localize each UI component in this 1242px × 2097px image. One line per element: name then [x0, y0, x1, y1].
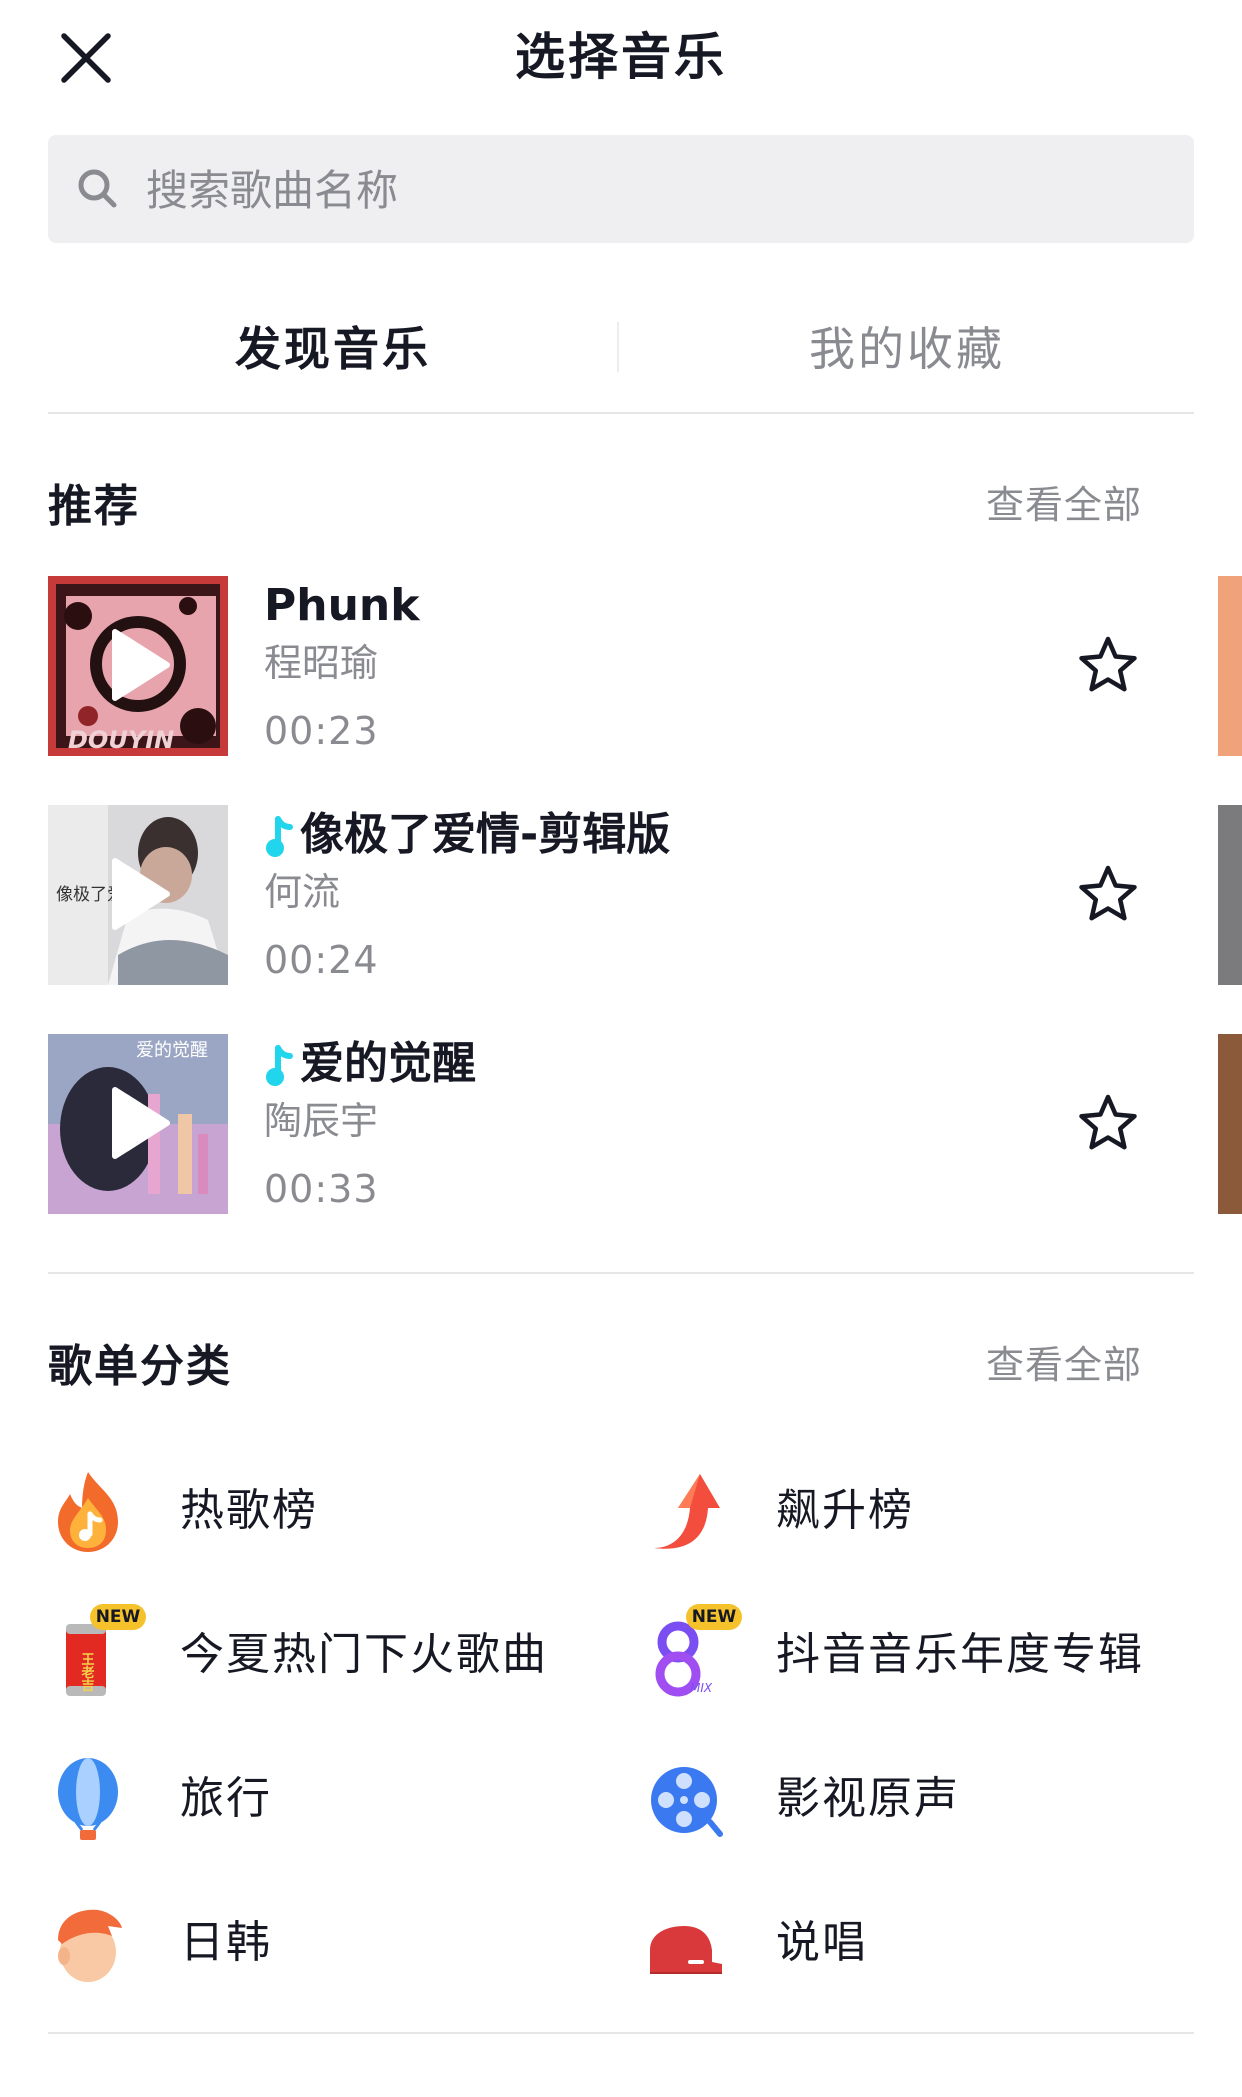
category-rap[interactable]: 说唱: [644, 1888, 1204, 1998]
category-summer-hits[interactable]: 王老吉 NEW 今夏热门下火歌曲: [48, 1600, 608, 1710]
song-duration: 00:24: [264, 938, 379, 982]
song-title-text: 像极了爱情-剪辑版: [300, 809, 671, 860]
category-hot-songs[interactable]: 热歌榜: [48, 1456, 608, 1566]
search-bar[interactable]: [48, 135, 1194, 245]
star-icon[interactable]: [1076, 863, 1140, 927]
song-artist: 陶辰宇: [264, 1099, 379, 1143]
category-travel[interactable]: 旅行: [48, 1744, 608, 1854]
cover-text: DOUYIN: [68, 726, 174, 754]
star-icon[interactable]: [1076, 634, 1140, 698]
category-soundtrack[interactable]: 影视原声: [644, 1744, 1204, 1854]
rising-arrow-icon: [654, 1474, 720, 1549]
category-label: 影视原声: [776, 1773, 960, 1824]
song-cover[interactable]: 像极了爱情: [48, 805, 228, 985]
song-title-text: Phunk: [264, 580, 420, 631]
category-label: 抖音音乐年度专辑: [776, 1629, 1144, 1680]
play-icon[interactable]: [107, 857, 171, 931]
section-divider: [48, 1272, 1194, 1274]
bottom-divider: [48, 2032, 1194, 2034]
search-icon: [78, 169, 117, 208]
song-title-text: 爱的觉醒: [300, 1038, 476, 1089]
tab-discover-music[interactable]: 发现音乐: [43, 312, 623, 386]
playlists-see-all-link[interactable]: 查看全部: [940, 1334, 1142, 1389]
song-cover[interactable]: 爱的觉醒: [48, 1034, 228, 1214]
category-label: 说唱: [776, 1917, 868, 1968]
recommend-see-all-link[interactable]: 查看全部: [940, 474, 1142, 529]
film-reel-icon: [651, 1767, 723, 1837]
category-label: 热歌榜: [180, 1485, 318, 1536]
song-cover[interactable]: DOUYIN: [48, 576, 228, 756]
category-label: 日韩: [180, 1917, 272, 1968]
song-duration: 00:33: [264, 1167, 379, 1211]
new-badge: NEW: [90, 1604, 146, 1630]
category-label: 今夏热门下火歌曲: [180, 1629, 548, 1680]
song-title: 爱的觉醒: [264, 1034, 476, 1094]
can-text: 王老吉: [79, 1653, 96, 1693]
category-rising[interactable]: 飙升榜: [644, 1456, 1204, 1566]
page-title: 选择音乐: [515, 28, 727, 86]
star-icon[interactable]: [1076, 1092, 1140, 1156]
category-annual-album[interactable]: MIX NEW 抖音音乐年度专辑: [644, 1600, 1204, 1710]
category-label: 旅行: [180, 1773, 272, 1824]
song-duration: 00:23: [264, 709, 379, 753]
hot-air-balloon-icon: [58, 1758, 118, 1840]
song-row[interactable]: 像极了爱情 像极了爱情-剪辑版 何流 00:24: [0, 805, 1242, 985]
song-artist: 程昭瑜: [264, 641, 379, 685]
song-title: 像极了爱情-剪辑版: [264, 805, 670, 865]
song-row[interactable]: DOUYIN Phunk 程昭瑜 00:23: [0, 576, 1242, 756]
cartoon-face-icon: [58, 1909, 122, 1982]
recommend-title: 推荐: [48, 481, 140, 532]
cap-icon: [650, 1926, 722, 1974]
song-title: Phunk: [264, 576, 419, 636]
tab-my-favorites[interactable]: 我的收藏: [617, 312, 1197, 386]
mix-text: MIX: [690, 1681, 713, 1695]
playlists-title: 歌单分类: [48, 1341, 232, 1392]
flame-music-icon: [58, 1472, 118, 1552]
next-card-peek: [1218, 1034, 1242, 1214]
category-label: 飙升榜: [776, 1485, 914, 1536]
music-note-icon: [266, 816, 293, 857]
song-row[interactable]: 爱的觉醒 爱的觉醒 陶辰宇 00:33: [0, 1034, 1242, 1214]
new-badge: NEW: [686, 1604, 742, 1630]
search-input[interactable]: [144, 135, 1168, 245]
category-jp-kr[interactable]: 日韩: [48, 1888, 608, 1998]
cover-text: 爱的觉醒: [136, 1040, 208, 1061]
next-card-peek: [1218, 576, 1242, 756]
tabs-divider: [48, 412, 1194, 414]
song-artist: 何流: [264, 870, 341, 914]
music-note-icon: [266, 1045, 293, 1086]
play-icon[interactable]: [107, 1086, 171, 1160]
play-icon[interactable]: [107, 628, 171, 702]
next-card-peek: [1218, 805, 1242, 985]
